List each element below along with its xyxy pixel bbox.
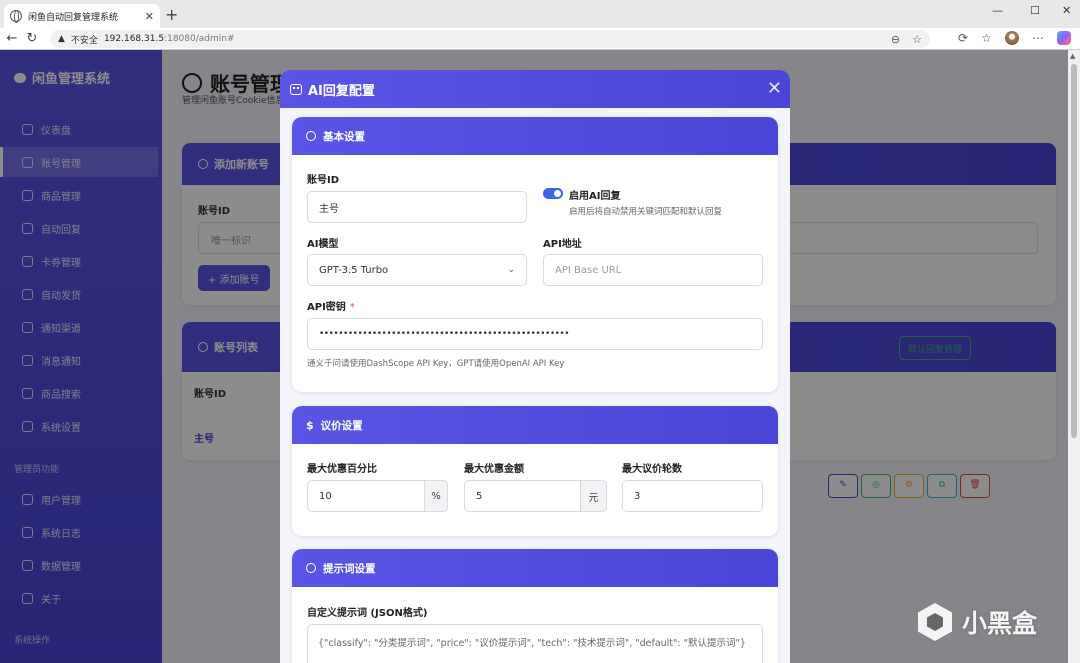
- insecure-label: 不安全: [70, 35, 98, 46]
- favorite-star-icon[interactable]: ☆: [912, 33, 922, 46]
- max-rounds-label: 最大议价轮数: [622, 464, 682, 475]
- api-key-label: API密钥 *: [307, 298, 355, 313]
- warning-icon: ▲: [58, 34, 65, 44]
- custom-prompt-label: 自定义提示词 (JSON格式): [307, 608, 428, 619]
- basic-settings-section: 基本设置 账号ID 主号 启用AI回复 启用后将自动禁用关键词匹配和默认回复 A…: [292, 117, 778, 392]
- bargain-settings-header: $ 议价设置: [292, 406, 778, 444]
- prompt-settings-title: 提示词设置: [323, 562, 376, 575]
- reader-icon[interactable]: ⊖: [891, 33, 900, 46]
- yuan-addon: 元: [580, 480, 607, 512]
- api-url-label: API地址: [543, 239, 582, 250]
- prompt-settings-header: 提示词设置: [292, 549, 778, 587]
- modal-header: AI回复配置 ✕: [280, 70, 790, 108]
- watermark: 小黑盒: [918, 603, 1037, 641]
- maximize-icon[interactable]: ☐: [1030, 4, 1040, 17]
- ai-model-label: AI模型: [307, 239, 339, 250]
- close-tab-icon[interactable]: ✕: [145, 10, 154, 23]
- robot-icon: [290, 83, 302, 95]
- dollar-icon: $: [306, 418, 314, 432]
- custom-prompt-textarea[interactable]: {"classify": "分类提示词", "price": "议价提示词", …: [307, 624, 763, 663]
- chevron-down-icon: ⌄: [507, 265, 515, 275]
- ai-model-select[interactable]: GPT-3.5 Turbo ⌄: [307, 254, 527, 286]
- address-bar-row: ← ↻ ▲ 不安全 192.168.31.5:18080/admin# ⊖ ☆ …: [0, 28, 1080, 50]
- modal-title: AI回复配置: [308, 83, 375, 99]
- chat-bubble-icon: [306, 563, 316, 573]
- account-id-label: 账号ID: [307, 175, 340, 186]
- profile-avatar[interactable]: [1004, 31, 1019, 45]
- max-percent-label: 最大优惠百分比: [307, 464, 377, 475]
- api-key-label-text: API密钥: [307, 302, 346, 313]
- close-icon[interactable]: ✕: [767, 78, 782, 99]
- bargain-settings-section: $ 议价设置 最大优惠百分比 10 % 最大优惠金额 5 元 最大议价轮数 3: [292, 406, 778, 536]
- basic-settings-title: 基本设置: [323, 130, 365, 143]
- heybox-logo-icon: [918, 603, 952, 641]
- bargain-settings-title: 议价设置: [320, 419, 363, 432]
- favorites-icon[interactable]: ☆: [981, 31, 992, 45]
- copilot-icon[interactable]: [1056, 31, 1071, 45]
- browser-tabbar: 闲鱼自动回复管理系统 ✕ + — ☐ ✕: [0, 0, 1080, 28]
- new-tab-icon[interactable]: +: [165, 5, 178, 24]
- back-icon[interactable]: ←: [2, 31, 22, 46]
- ai-reply-config-modal: AI回复配置 ✕ 基本设置 账号ID 主号 启用AI回复 启用后将自动禁用关键词…: [280, 70, 790, 663]
- enable-ai-help: 启用后将自动禁用关键词匹配和默认回复: [569, 207, 723, 217]
- api-key-help: 通义千问请使用DashScope API Key，GPT请使用OpenAI AP…: [307, 359, 565, 369]
- window-close-icon[interactable]: ✕: [1062, 4, 1071, 17]
- refresh-icon[interactable]: ↻: [22, 31, 42, 46]
- max-percent-input[interactable]: 10: [307, 480, 425, 512]
- browser-tab[interactable]: 闲鱼自动回复管理系统 ✕: [4, 4, 160, 28]
- scroll-up-icon[interactable]: ▲: [1070, 52, 1075, 60]
- enable-ai-toggle[interactable]: [543, 188, 563, 199]
- required-mark: *: [349, 302, 355, 313]
- api-url-input[interactable]: API Base URL: [543, 254, 763, 286]
- extensions-icon[interactable]: ⟳: [958, 31, 968, 45]
- page: 闲鱼管理系统 仪表盘 账号管理 商品管理 自动回复 卡券管理 自动发货 通知渠道…: [0, 50, 1068, 663]
- account-id-field[interactable]: 主号: [307, 191, 527, 223]
- minimize-icon[interactable]: —: [992, 4, 1003, 17]
- tab-title: 闲鱼自动回复管理系统: [28, 12, 119, 23]
- basic-settings-header: 基本设置: [292, 117, 778, 155]
- percent-addon: %: [424, 480, 448, 512]
- max-rounds-input[interactable]: 3: [622, 480, 763, 512]
- url-host: 192.168.31.5: [103, 34, 165, 44]
- prompt-settings-section: 提示词设置 自定义提示词 (JSON格式) {"classify": "分类提示…: [292, 549, 778, 663]
- address-bar[interactable]: ▲ 不安全 192.168.31.5:18080/admin# ⊖ ☆: [50, 30, 930, 48]
- globe-icon: [10, 10, 22, 23]
- enable-ai-label: 启用AI回复: [569, 191, 621, 202]
- page-scrollbar[interactable]: ▲: [1068, 50, 1080, 663]
- max-amount-input[interactable]: 5: [464, 480, 581, 512]
- scrollbar-thumb[interactable]: [1071, 64, 1077, 438]
- max-amount-label: 最大优惠金额: [464, 464, 524, 475]
- gear-icon: [306, 131, 316, 141]
- url-path: :18080/admin#: [164, 34, 235, 44]
- watermark-text: 小黑盒: [962, 609, 1038, 638]
- api-key-input[interactable]: ••••••••••••••••••••••••••••••••••••••••…: [307, 318, 763, 350]
- ai-model-value: GPT-3.5 Turbo: [319, 264, 389, 276]
- more-icon[interactable]: ⋯: [1032, 31, 1044, 45]
